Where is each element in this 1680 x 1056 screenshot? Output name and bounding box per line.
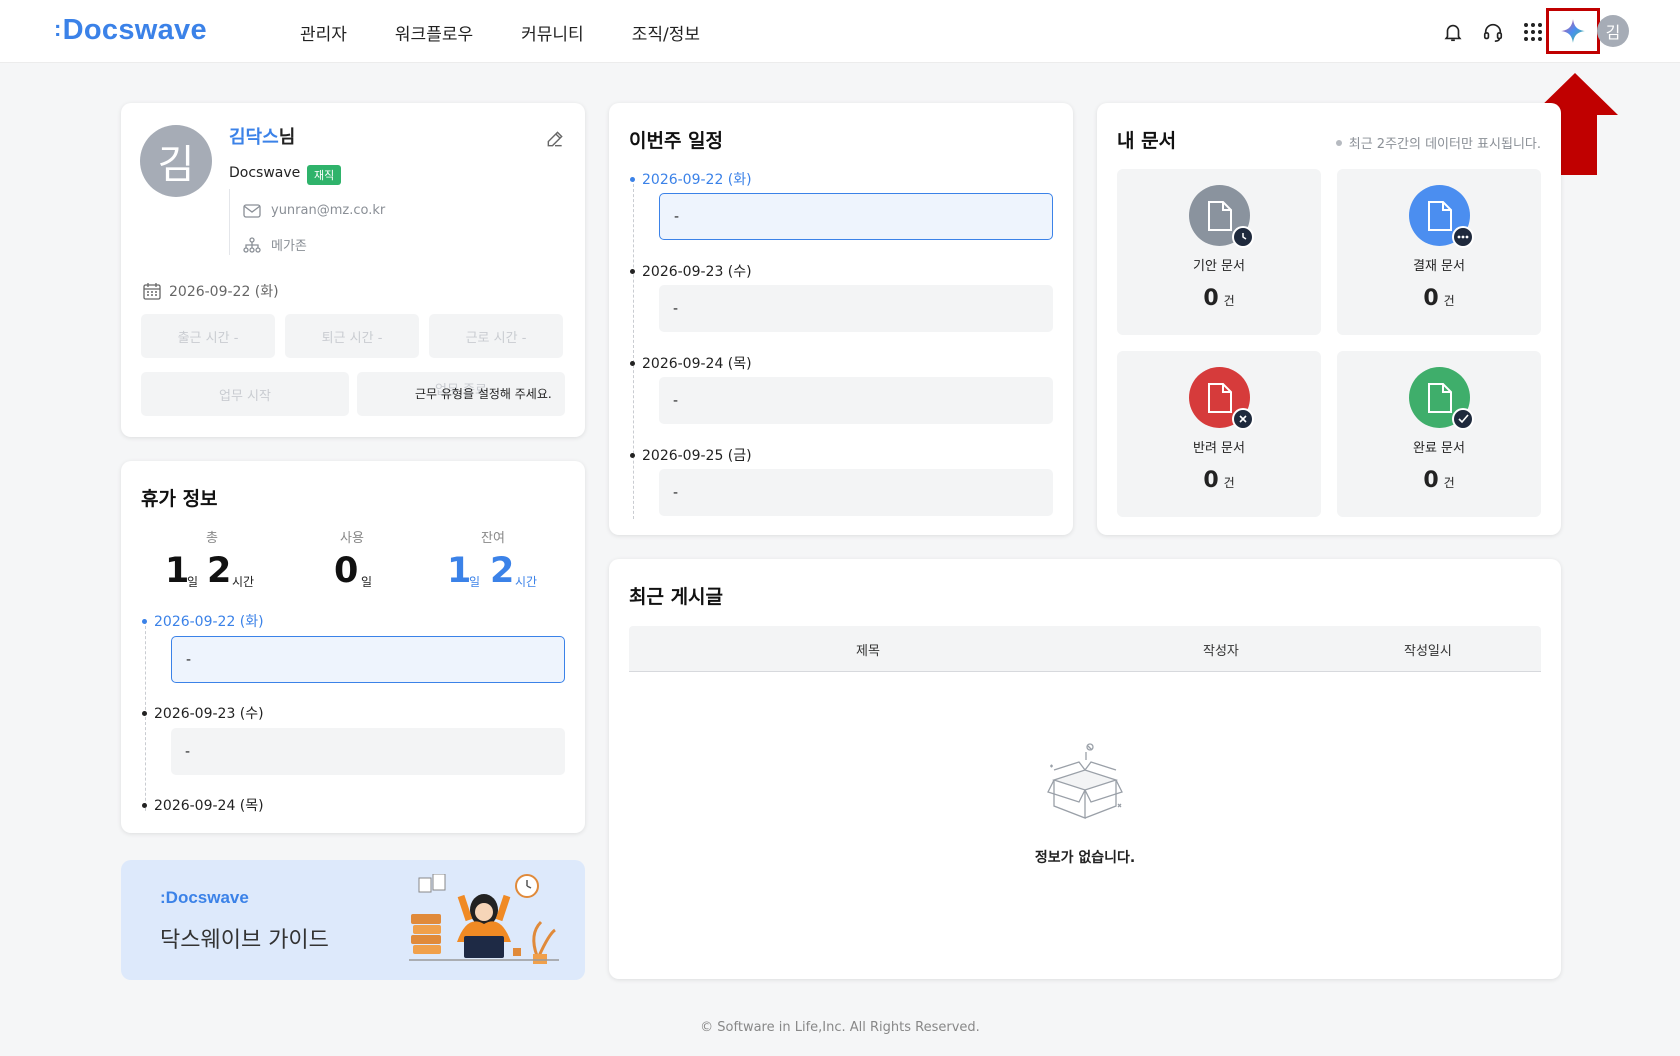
profile-date: 2026-09-22 (화) <box>143 281 279 301</box>
vacation-title: 휴가 정보 <box>141 488 218 510</box>
vacation-date-3: 2026-09-24 (목) <box>142 795 264 813</box>
vacation-total-hours: 2 <box>207 551 232 591</box>
vacation-remaining-hour-unit: 시간 <box>515 575 538 589</box>
profile-email: yunran@mz.co.kr <box>243 203 385 218</box>
completed-documents-count: 0건 <box>1423 468 1455 493</box>
completed-document-icon <box>1409 367 1474 430</box>
headset-icon[interactable] <box>1477 16 1509 48</box>
nav-workflow[interactable]: 워크플로우 <box>395 20 473 45</box>
column-date: 작성일시 <box>1404 644 1452 659</box>
clock-in-time: 출근 시간 - <box>141 314 275 358</box>
documents-hint: 최근 2주간의 데이터만 표시됩니다. <box>1335 133 1541 152</box>
vacation-date-2: 2026-09-23 (수) <box>142 703 264 723</box>
edit-pencil-icon[interactable] <box>545 129 565 153</box>
vacation-remaining-label: 잔여 <box>481 531 505 546</box>
profile-card: 김 김닥스님 Docswave 재직 yunran@mz.co.kr 메가존 2… <box>121 103 585 437</box>
approval-documents-tile[interactable]: 결재 문서 0건 <box>1337 169 1541 335</box>
more-dots-icon <box>1452 226 1474 248</box>
documents-title: 내 문서 <box>1117 130 1177 152</box>
guide-banner[interactable]: :Docswave 닥스웨이브 가이드 <box>121 860 585 980</box>
empty-state-text: 정보가 없습니다. <box>1034 850 1136 866</box>
nav-community[interactable]: 커뮤니티 <box>521 20 584 45</box>
work-type-notice: 근무 유형을 설정해 주세요. <box>415 387 552 401</box>
mail-icon <box>243 203 261 218</box>
vacation-remaining-days: 1 <box>447 551 472 591</box>
vacation-remaining-day-unit: 일 <box>469 575 481 589</box>
schedule-entry-1[interactable]: - <box>659 193 1053 240</box>
schedule-date-2: 2026-09-23 (수) <box>630 261 752 281</box>
vacation-card: 휴가 정보 총 1 일 2 시간 사용 0 일 잔여 1 일 2 시간 2026… <box>121 461 585 833</box>
recent-posts-title: 최근 게시글 <box>629 586 724 608</box>
vacation-timeline: 2026-09-22 (화) - 2026-09-23 (수) - 2026-0… <box>121 611 585 813</box>
calendar-icon <box>143 283 161 300</box>
guide-title: 닥스웨이브 가이드 <box>160 928 329 953</box>
nav-organization[interactable]: 조직/정보 <box>632 20 700 45</box>
rejected-documents-count: 0건 <box>1203 468 1235 493</box>
completed-documents-tile[interactable]: 완료 문서 0건 <box>1337 351 1541 517</box>
vacation-total-days: 1 <box>165 551 190 591</box>
vacation-entry-1[interactable]: - <box>171 636 565 683</box>
vacation-date-1: 2026-09-22 (화) <box>142 611 264 631</box>
rejected-documents-tile[interactable]: 반려 문서 0건 <box>1117 351 1321 517</box>
draft-document-icon <box>1189 185 1254 248</box>
schedule-entry-2[interactable]: - <box>659 285 1053 332</box>
checkmark-icon <box>1452 408 1474 430</box>
column-author: 작성자 <box>1203 644 1239 659</box>
profile-avatar: 김 <box>140 125 212 197</box>
draft-documents-tile[interactable]: 기안 문서 0건 <box>1117 169 1321 335</box>
approval-documents-label: 결재 문서 <box>1413 259 1465 274</box>
vacation-remaining-hours: 2 <box>490 551 515 591</box>
schedule-card: 이번주 일정 2026-09-22 (화) - 2026-09-23 (수) -… <box>609 103 1073 535</box>
schedule-date-3: 2026-09-24 (목) <box>630 353 752 373</box>
draft-documents-label: 기안 문서 <box>1193 259 1245 274</box>
rejected-documents-label: 반려 문서 <box>1193 441 1245 456</box>
completed-documents-label: 완료 문서 <box>1413 441 1465 456</box>
org-chart-icon <box>243 236 261 253</box>
draft-documents-count: 0건 <box>1203 286 1235 311</box>
docswave-logo[interactable]: :Docswave <box>54 14 207 47</box>
profile-company: Docswave <box>229 165 301 181</box>
column-title: 제목 <box>856 644 880 659</box>
clock-icon <box>1232 226 1254 248</box>
work-start-button[interactable]: 업무 시작 <box>141 372 349 416</box>
main-nav: 관리자 워크플로우 커뮤니티 조직/정보 <box>300 20 748 45</box>
user-avatar[interactable]: 김 <box>1597 15 1629 47</box>
clock-out-time: 퇴근 시간 - <box>285 314 419 358</box>
profile-name: 김닥스님 <box>229 127 296 148</box>
profile-org: 메가존 <box>243 235 307 254</box>
top-header: :Docswave 관리자 워크플로우 커뮤니티 조직/정보 김 <box>0 0 1680 63</box>
vacation-entry-2[interactable]: - <box>171 728 565 775</box>
documents-card: 내 문서 최근 2주간의 데이터만 표시됩니다. 기안 문서 0건 결재 문서 … <box>1097 103 1561 535</box>
empty-box-icon <box>1047 743 1123 819</box>
sparkle-icon <box>1561 19 1585 43</box>
status-badge: 재직 <box>307 165 342 185</box>
schedule-timeline: 2026-09-22 (화) - 2026-09-23 (수) - 2026-0… <box>609 169 1073 519</box>
approval-document-icon <box>1409 185 1474 248</box>
guide-logo: :Docswave <box>160 888 249 907</box>
schedule-date-4: 2026-09-25 (금) <box>630 445 752 465</box>
vacation-used-label: 사용 <box>340 531 364 546</box>
nav-admin[interactable]: 관리자 <box>300 20 347 45</box>
vacation-hour-unit: 시간 <box>232 575 255 589</box>
schedule-entry-4[interactable]: - <box>659 469 1053 516</box>
guide-illustration-icon <box>409 874 559 964</box>
bell-icon[interactable] <box>1437 16 1469 48</box>
posts-table-header: 제목 작성자 작성일시 <box>629 626 1541 672</box>
schedule-title: 이번주 일정 <box>629 130 724 152</box>
ai-assistant-button[interactable] <box>1546 8 1600 54</box>
vacation-total-label: 총 <box>206 531 218 546</box>
footer-copyright: © Software in Life,Inc. All Rights Reser… <box>700 1020 980 1035</box>
apps-grid-icon[interactable] <box>1517 16 1549 48</box>
vacation-used-days: 0 <box>334 551 359 591</box>
rejected-document-icon <box>1189 367 1254 430</box>
info-divider <box>229 189 230 255</box>
vacation-day-unit: 일 <box>187 575 199 589</box>
schedule-date-1: 2026-09-22 (화) <box>630 169 752 189</box>
schedule-entry-3[interactable]: - <box>659 377 1053 424</box>
approval-documents-count: 0건 <box>1423 286 1455 311</box>
vacation-used-unit: 일 <box>361 575 373 589</box>
x-mark-icon <box>1232 408 1254 430</box>
recent-posts-card: 최근 게시글 제목 작성자 작성일시 정보가 없습니다. <box>609 559 1561 979</box>
work-hours: 근로 시간 - <box>429 314 563 358</box>
